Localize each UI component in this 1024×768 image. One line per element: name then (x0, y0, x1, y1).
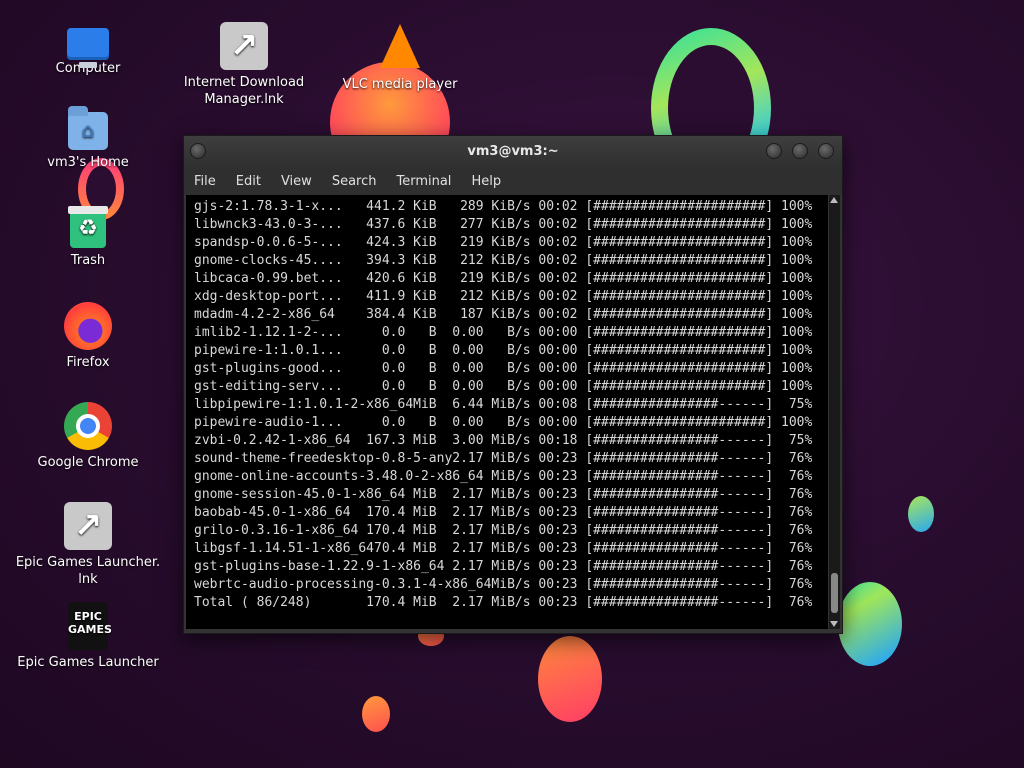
terminal-line: gnome-session-45.0-1-x86_64 MiB 2.17 MiB… (194, 487, 813, 502)
desktop-icon-trash[interactable]: Trash (13, 206, 163, 269)
menu-file[interactable]: File (194, 174, 216, 189)
terminal-line: imlib2-1.12.1-2-... 0.0 B 0.00 B/s 00:00… (194, 325, 813, 340)
desktop-icon-label: vm3's Home (47, 155, 129, 170)
menu-help[interactable]: Help (471, 174, 501, 189)
menu-view[interactable]: View (281, 174, 312, 189)
window-title: vm3@vm3:~ (467, 144, 559, 159)
trash-icon (68, 206, 108, 248)
computer-icon (67, 28, 109, 68)
wallpaper-orb-green (838, 582, 902, 666)
terminal-line: pipewire-audio-1... 0.0 B 0.00 B/s 00:00… (194, 415, 813, 430)
terminal-line: webrtc-audio-processing-0.3.1-4-x86_64Mi… (194, 577, 813, 592)
terminal-line: libgsf-1.14.51-1-x86_6470.4 MiB 2.17 MiB… (194, 541, 813, 556)
menu-search[interactable]: Search (332, 174, 377, 189)
terminal-line: gst-editing-serv... 0.0 B 0.00 B/s 00:00… (194, 379, 813, 394)
vlc-cone-icon (380, 24, 420, 68)
desktop-icon-label: Google Chrome (37, 455, 139, 470)
terminal-line: pipewire-1:1.0.1... 0.0 B 0.00 B/s 00:00… (194, 343, 813, 358)
terminal-line: spandsp-0.0.6-5-... 424.3 KiB 219 KiB/s … (194, 235, 813, 250)
desktop-icon-chrome[interactable]: Google Chrome (13, 402, 163, 471)
desktop-icon-label: Internet Download Manager.lnk (183, 75, 305, 107)
close-icon[interactable] (818, 143, 834, 159)
terminal-line: grilo-0.3.16-1-x86_64 170.4 MiB 2.17 MiB… (194, 523, 813, 538)
terminal-line: libpipewire-1:1.0.1-2-x86_64MiB 6.44 MiB… (194, 397, 813, 412)
desktop-icon-label: Trash (70, 253, 106, 268)
menu-edit[interactable]: Edit (236, 174, 261, 189)
wallpaper-orb-small (362, 696, 390, 732)
wallpaper-orb-green-small (908, 496, 934, 532)
terminal-line: gnome-clocks-45.... 394.3 KiB 212 KiB/s … (194, 253, 813, 268)
desktop-icon-label: Epic Games Launcher. lnk (15, 555, 161, 587)
terminal-line: gst-plugins-good... 0.0 B 0.00 B/s 00:00… (194, 361, 813, 376)
scrollbar-thumb[interactable] (831, 573, 838, 613)
terminal-line: sound-theme-freedesktop-0.8-5-any2.17 Mi… (194, 451, 813, 466)
terminal-line: baobab-45.0-1-x86_64 170.4 MiB 2.17 MiB/… (194, 505, 813, 520)
shortcut-arrow-icon: ↗ (220, 22, 268, 70)
scroll-up-icon[interactable] (830, 197, 838, 203)
menu-bar: File Edit View Search Terminal Help (184, 168, 842, 195)
firefox-icon (64, 302, 112, 350)
desktop-icon-idm[interactable]: ↗ Internet Download Manager.lnk (169, 22, 319, 108)
terminal-window[interactable]: vm3@vm3:~ File Edit View Search Terminal… (183, 135, 843, 634)
terminal-output[interactable]: gjs-2:1.78.3-1-x... 441.2 KiB 289 KiB/s … (186, 195, 828, 629)
desktop-icon-firefox[interactable]: Firefox (13, 302, 163, 371)
menu-terminal[interactable]: Terminal (396, 174, 451, 189)
desktop-icon-home[interactable]: vm3's Home (13, 106, 163, 171)
chrome-icon (64, 402, 112, 450)
epic-games-icon: EPIC GAMES (68, 602, 112, 650)
terminal-line: mdadm-4.2-2-x86_64 384.4 KiB 187 KiB/s 0… (194, 307, 813, 322)
maximize-icon[interactable] (792, 143, 808, 159)
terminal-scrollbar[interactable] (829, 195, 840, 629)
terminal-line: gnome-online-accounts-3.48.0-2-x86_64 Mi… (194, 469, 813, 484)
terminal-line: zvbi-0.2.42-1-x86_64 167.3 MiB 3.00 MiB/… (194, 433, 813, 448)
desktop-icon-computer[interactable]: Computer (13, 24, 163, 77)
home-folder-icon (68, 106, 108, 150)
terminal-line: libcaca-0.99.bet... 420.6 KiB 219 KiB/s … (194, 271, 813, 286)
desktop-icon-label: Firefox (66, 355, 110, 370)
desktop-icon-label: VLC media player (342, 77, 458, 92)
desktop-icon-vlc[interactable]: VLC media player (325, 22, 475, 93)
terminal-line: libwnck3-43.0-3-... 437.6 KiB 277 KiB/s … (194, 217, 813, 232)
terminal-line: Total ( 86/248) 170.4 MiB 2.17 MiB/s 00:… (194, 595, 813, 610)
terminal-line: gjs-2:1.78.3-1-x... 441.2 KiB 289 KiB/s … (194, 199, 813, 214)
desktop-icon-epic-games[interactable]: EPIC GAMES Epic Games Launcher (13, 602, 163, 671)
terminal-line: xdg-desktop-port... 411.9 KiB 212 KiB/s … (194, 289, 813, 304)
shortcut-arrow-icon: ↗ (64, 502, 112, 550)
minimize-icon[interactable] (766, 143, 782, 159)
desktop-icon-label: Epic Games Launcher (17, 655, 159, 670)
scroll-down-icon[interactable] (830, 621, 838, 627)
terminal-text: gjs-2:1.78.3-1-x... 441.2 KiB 289 KiB/s … (186, 195, 828, 612)
desktop-icon-epic-games-lnk[interactable]: ↗ Epic Games Launcher. lnk (13, 502, 163, 588)
wallpaper-orb-mid (538, 636, 602, 722)
window-titlebar[interactable]: vm3@vm3:~ (184, 136, 842, 168)
terminal-line: gst-plugins-base-1.22.9-1-x86_64 2.17 Mi… (194, 559, 813, 574)
